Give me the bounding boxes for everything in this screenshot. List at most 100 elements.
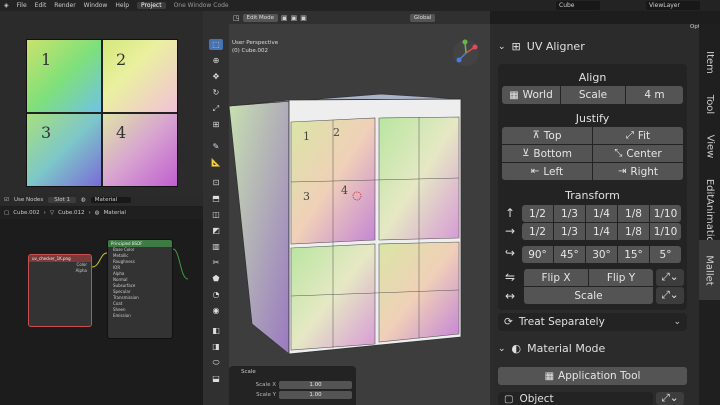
rotate-angle-button[interactable]: 15° bbox=[618, 246, 649, 263]
material-field[interactable]: Material bbox=[90, 197, 132, 203]
menu-help[interactable]: Help bbox=[115, 2, 129, 9]
object-dropdown[interactable]: ▢ Object bbox=[498, 392, 653, 405]
rotate-angle-button[interactable]: 5° bbox=[650, 246, 681, 263]
edge-select-icon[interactable]: ▣ bbox=[291, 14, 298, 22]
transform-icon[interactable]: ⊞ bbox=[209, 119, 223, 130]
scale-label-field[interactable]: Scale bbox=[561, 86, 625, 104]
blender-logo-icon[interactable]: ◈ bbox=[4, 2, 9, 9]
rotate-angle-button[interactable]: 45° bbox=[554, 246, 585, 263]
chevron-right-icon: › bbox=[43, 210, 46, 216]
material-mode-header[interactable]: ⌄ ◐ Material Mode bbox=[498, 342, 605, 355]
workspace-tab-project[interactable]: Project bbox=[137, 2, 166, 9]
rotate-angle-button[interactable]: 30° bbox=[586, 246, 617, 263]
select-box-icon[interactable]: ⬚ bbox=[209, 39, 223, 50]
spin-icon[interactable]: ◔ bbox=[209, 289, 223, 300]
last-operator-panel[interactable]: Scale Scale X 1.00 Scale Y 1.00 bbox=[229, 366, 356, 405]
bevel-icon[interactable]: ◩ bbox=[209, 225, 223, 236]
justify-center-button[interactable]: ⤡ Center bbox=[593, 145, 683, 162]
vertex-select-icon[interactable]: ▣ bbox=[281, 14, 288, 22]
knife-icon[interactable]: ✂ bbox=[209, 257, 223, 268]
smooth-icon[interactable]: ◉ bbox=[209, 305, 223, 316]
svg-text:1: 1 bbox=[303, 130, 310, 143]
justify-right-button[interactable]: ⇥ Right bbox=[593, 163, 683, 180]
justify-top-button[interactable]: ⊼ Top bbox=[502, 127, 592, 144]
transform-orientation-dropdown[interactable]: Global bbox=[409, 13, 436, 22]
fraction-vertical-button[interactable]: 1/3 bbox=[554, 205, 585, 222]
application-tool-button[interactable]: ▦ Application Tool bbox=[498, 367, 687, 385]
scale-x-field[interactable]: 1.00 bbox=[279, 381, 352, 389]
menu-edit[interactable]: Edit bbox=[35, 2, 47, 9]
image-editor[interactable]: 1 2 3 4 bbox=[0, 11, 203, 194]
scale-value-field[interactable]: 4 m bbox=[626, 86, 683, 104]
measure-icon[interactable]: 📐 bbox=[209, 157, 223, 168]
flip-options-dropdown[interactable]: ⤢⌄ bbox=[656, 269, 684, 286]
justify-fit-button[interactable]: ⤢ Fit bbox=[593, 127, 683, 144]
justify-left-button[interactable]: ⇤ Left bbox=[502, 163, 592, 180]
justify-bottom-button[interactable]: ⊻ Bottom bbox=[502, 145, 592, 162]
world-button[interactable]: ▦ World bbox=[502, 86, 560, 104]
tab-item[interactable]: Item bbox=[699, 42, 720, 82]
add-cube-icon[interactable]: ⊡ bbox=[209, 177, 223, 188]
breadcrumb-item: Cube.002 bbox=[13, 210, 40, 216]
checkbox-icon[interactable]: ☑ bbox=[4, 197, 9, 203]
view-layer-field[interactable]: ViewLayer bbox=[646, 1, 700, 10]
flip-icon: ⇋ bbox=[504, 270, 516, 284]
scale-y-field[interactable]: 1.00 bbox=[279, 391, 352, 399]
uv-checker-image: 1 2 3 4 bbox=[26, 39, 178, 187]
shear-icon[interactable]: ⬭ bbox=[209, 357, 223, 368]
fraction-vertical-button[interactable]: 1/8 bbox=[618, 205, 649, 222]
fraction-vertical-button[interactable]: 1/2 bbox=[522, 205, 553, 222]
workspace-tab-code[interactable]: One Window Code bbox=[174, 2, 229, 9]
fraction-vertical-button[interactable]: 1/4 bbox=[586, 205, 617, 222]
shrink-fatten-icon[interactable]: ◨ bbox=[209, 341, 223, 352]
tab-view[interactable]: View bbox=[699, 126, 720, 166]
fraction-horizontal-button[interactable]: 1/10 bbox=[650, 223, 681, 240]
align-right-icon: ⇥ bbox=[617, 166, 627, 177]
transform-scale-button[interactable]: Scale bbox=[524, 287, 653, 304]
tab-mallet[interactable]: Mallet bbox=[699, 240, 720, 300]
menu-window[interactable]: Window bbox=[84, 2, 108, 9]
face-select-icon[interactable]: ▣ bbox=[300, 14, 307, 22]
editor-type-icon[interactable]: ◳ bbox=[233, 14, 240, 22]
fraction-horizontal-button[interactable]: 1/3 bbox=[554, 223, 585, 240]
use-nodes-label[interactable]: Use Nodes bbox=[14, 197, 43, 203]
scale-icon[interactable]: ⤢ bbox=[209, 103, 223, 114]
rotate-angle-button[interactable]: 90° bbox=[522, 246, 553, 263]
annotate-icon[interactable]: ✎ bbox=[209, 141, 223, 152]
loop-cut-icon[interactable]: ▥ bbox=[209, 241, 223, 252]
mesh-data-icon: ▽ bbox=[49, 210, 55, 216]
mode-dropdown[interactable]: Edit Mode bbox=[242, 13, 279, 22]
panel-title: Scale bbox=[241, 369, 256, 375]
fraction-horizontal-button[interactable]: 1/8 bbox=[618, 223, 649, 240]
menu-render[interactable]: Render bbox=[54, 2, 75, 9]
slot-dropdown[interactable]: Slot 1 bbox=[48, 197, 76, 203]
flip-y-button[interactable]: Flip Y bbox=[589, 269, 653, 286]
fraction-horizontal-button[interactable]: 1/4 bbox=[586, 223, 617, 240]
rotate-arrow-icon: ↪ bbox=[504, 246, 516, 260]
uv-quadrant-4: 4 bbox=[102, 113, 177, 186]
rip-icon[interactable]: ⬓ bbox=[209, 373, 223, 384]
fraction-horizontal-button[interactable]: 1/2 bbox=[522, 223, 553, 240]
treat-separately-dropdown[interactable]: ⟳ Treat Separately ⌄ bbox=[498, 313, 687, 331]
edge-slide-icon[interactable]: ◧ bbox=[209, 325, 223, 336]
3d-viewport[interactable]: User Perspective (0) Cube.002 1 2 3 4 bbox=[229, 24, 490, 405]
fraction-vertical-button[interactable]: 1/10 bbox=[650, 205, 681, 222]
scene-field[interactable]: Cube bbox=[556, 1, 600, 10]
menu-file[interactable]: File bbox=[17, 2, 27, 9]
inset-icon[interactable]: ◫ bbox=[209, 209, 223, 220]
scale-options-dropdown[interactable]: ⤢⌄ bbox=[656, 287, 684, 304]
flip-x-button[interactable]: Flip X bbox=[524, 269, 588, 286]
extrude-icon[interactable]: ⬒ bbox=[209, 193, 223, 204]
rotate-icon[interactable]: ↻ bbox=[209, 87, 223, 98]
material-icon: ◍ bbox=[80, 197, 86, 203]
object-options-dropdown[interactable]: ⤢⌄ bbox=[656, 392, 684, 405]
object-icon: ▢ bbox=[504, 393, 514, 405]
node-canvas[interactable]: uv_checker_1K.png Color Alpha Principled… bbox=[0, 219, 203, 405]
poly-build-icon[interactable]: ⬟ bbox=[209, 273, 223, 284]
tab-tool[interactable]: Tool bbox=[699, 84, 720, 124]
align-bottom-icon: ⊻ bbox=[522, 148, 530, 159]
uv-aligner-header[interactable]: ⌄ ⊞ UV Aligner bbox=[498, 40, 585, 53]
chevron-down-icon: ⌄ bbox=[498, 41, 506, 52]
cursor-icon[interactable]: ⊕ bbox=[209, 55, 223, 66]
move-icon[interactable]: ✥ bbox=[209, 71, 223, 82]
